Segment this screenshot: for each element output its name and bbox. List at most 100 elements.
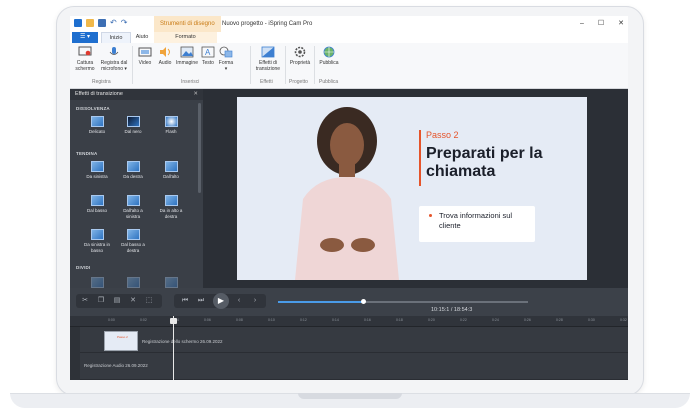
effect-thumbnail: [126, 116, 140, 127]
track-header-column: [70, 327, 80, 380]
video-track[interactable]: Passo 2 Registrazione dello schermo 26.0…: [80, 327, 628, 353]
open-folder-icon[interactable]: [86, 19, 94, 27]
crop-icon[interactable]: ⬚: [144, 296, 154, 306]
ruler-tick: 0:22: [460, 318, 467, 322]
properties-label: Proprietà: [289, 60, 311, 66]
group-label-insert: Inserisci: [181, 79, 200, 85]
paste-icon[interactable]: ▤: [112, 296, 122, 306]
seek-bar-handle[interactable]: [361, 299, 366, 304]
slide-accent-bar: [419, 130, 421, 186]
audio-button[interactable]: Audio: [156, 46, 174, 66]
shape-icon: [219, 46, 233, 58]
playhead-handle[interactable]: [170, 318, 177, 324]
laptop-notch: [298, 393, 402, 399]
effect-wipe-top-left[interactable]: Dall'alto a sinistra: [118, 195, 148, 219]
effect-label: Da destra: [123, 174, 143, 179]
group-separator: [250, 46, 251, 84]
publish-button[interactable]: Pubblica: [317, 46, 341, 66]
timeline-tracks: Passo 2 Registrazione dello schermo 26.0…: [80, 327, 628, 380]
effect-label: Dall'alto a sinistra: [123, 208, 143, 219]
microphone-icon: [107, 46, 121, 58]
slide-step: Passo 2: [426, 130, 459, 140]
image-label: Immagine: [176, 60, 198, 66]
tab-help[interactable]: Aiuto: [130, 32, 154, 43]
shape-button[interactable]: Forma ▾: [218, 46, 234, 72]
ruler-tick: 0:16: [364, 318, 371, 322]
tab-format[interactable]: Formato: [154, 32, 217, 43]
effect-thumbnail: [164, 116, 178, 127]
screen-capture-button[interactable]: Cattura schermo: [73, 46, 97, 72]
prev-frame-icon[interactable]: ‹: [234, 296, 244, 306]
audio-track[interactable]: Registrazione Audio 26.09.2022: [80, 353, 628, 380]
copy-icon[interactable]: ❐: [96, 296, 106, 306]
slide-preview[interactable]: Passo 2 Preparati per la chiamata Trova …: [237, 97, 587, 280]
effect-wipe-top[interactable]: Dall'alto: [156, 161, 186, 180]
effect-wipe-bottom[interactable]: Dal basso: [82, 195, 112, 214]
seek-bar[interactable]: [278, 299, 528, 304]
publish-label: Pubblica: [319, 60, 339, 66]
ruler-tick: 0:12: [300, 318, 307, 322]
effect-wipe-bottom-left[interactable]: Da sinistra in basso: [80, 229, 114, 253]
transition-effects-button[interactable]: Effetti di transizione: [253, 46, 283, 72]
skip-forward-icon[interactable]: ⏭: [196, 296, 206, 306]
file-menu-button[interactable]: ☰ ▾: [72, 32, 98, 43]
effect-label: Da sinistra: [86, 174, 108, 179]
save-icon[interactable]: [98, 19, 106, 27]
close-button[interactable]: ✕: [618, 16, 624, 32]
group-separator: [314, 46, 315, 84]
quick-access-toolbar: ↶ ↷: [74, 19, 127, 27]
effect-thumbnail: [90, 116, 104, 127]
effect-label: Flash: [165, 129, 177, 134]
ribbon-tabs: ☰ ▾ Inizio Aiuto Formato: [70, 32, 628, 44]
maximize-button[interactable]: ☐: [598, 16, 604, 32]
image-button[interactable]: Immagine: [176, 46, 198, 66]
effect-wipe-left[interactable]: Da sinistra: [82, 161, 112, 180]
play-icon[interactable]: ▶: [213, 293, 229, 309]
record-microphone-button[interactable]: Registra dal microfono ▾: [99, 46, 129, 72]
effect-label: Da in alto a destra: [159, 208, 183, 219]
skip-back-icon[interactable]: ⏮: [180, 296, 190, 306]
effect-label: Dall'alto: [163, 174, 179, 179]
cut-icon[interactable]: ✂: [80, 296, 90, 306]
ruler-tick: 0:14: [332, 318, 339, 322]
screen-capture-icon: [78, 46, 92, 58]
section-wipe: TENDINA: [76, 151, 98, 156]
ruler-tick: 0:26: [524, 318, 531, 322]
window-title: Nuovo progetto - iSpring Cam Pro: [222, 21, 313, 27]
group-label-project: Progetto: [289, 79, 308, 85]
ruler-tick: 0:08: [236, 318, 243, 322]
group-label-publish: Pubblica: [319, 79, 339, 85]
ruler-tick: 0:02: [140, 318, 147, 322]
image-icon: [180, 46, 194, 58]
effect-thumbnail: [90, 229, 104, 240]
next-frame-icon[interactable]: ›: [250, 296, 260, 306]
effect-thumbnail: [90, 195, 104, 206]
panel-close-button[interactable]: ✕: [193, 89, 198, 100]
properties-button[interactable]: Proprietà: [288, 46, 312, 66]
effect-from-black[interactable]: Dal nero: [118, 116, 148, 135]
video-button[interactable]: Video: [136, 46, 154, 66]
effect-wipe-top-right[interactable]: Da in alto a destra: [156, 195, 186, 219]
effect-wipe-right[interactable]: Da destra: [118, 161, 148, 180]
panel-scrollbar[interactable]: [198, 103, 201, 193]
text-label: Testo: [202, 60, 214, 66]
effect-label: Da sinistra in basso: [83, 242, 110, 253]
video-icon: [138, 46, 152, 58]
text-button[interactable]: A Testo: [200, 46, 216, 66]
undo-icon[interactable]: ↶: [110, 19, 117, 27]
ruler-tick: 0:06: [204, 318, 211, 322]
timeline-playhead[interactable]: [173, 316, 174, 380]
ruler-tick: 0:10: [268, 318, 275, 322]
effect-wipe-bottom-right[interactable]: Dal basso a destra: [116, 229, 150, 253]
effect-flash[interactable]: Flash: [156, 116, 186, 135]
effect-label: Dal nero: [124, 129, 142, 134]
redo-icon[interactable]: ↷: [121, 19, 128, 27]
shape-label: Forma ▾: [218, 60, 234, 72]
seek-bar-fill: [278, 301, 363, 303]
effect-soft[interactable]: Delicato: [82, 116, 112, 135]
ruler-tick: 0:28: [556, 318, 563, 322]
minimize-button[interactable]: –: [580, 16, 584, 32]
ruler-tick: 0:20: [428, 318, 435, 322]
delete-icon[interactable]: ✕: [128, 296, 138, 306]
video-clip-thumbnail[interactable]: Passo 2: [104, 331, 138, 351]
